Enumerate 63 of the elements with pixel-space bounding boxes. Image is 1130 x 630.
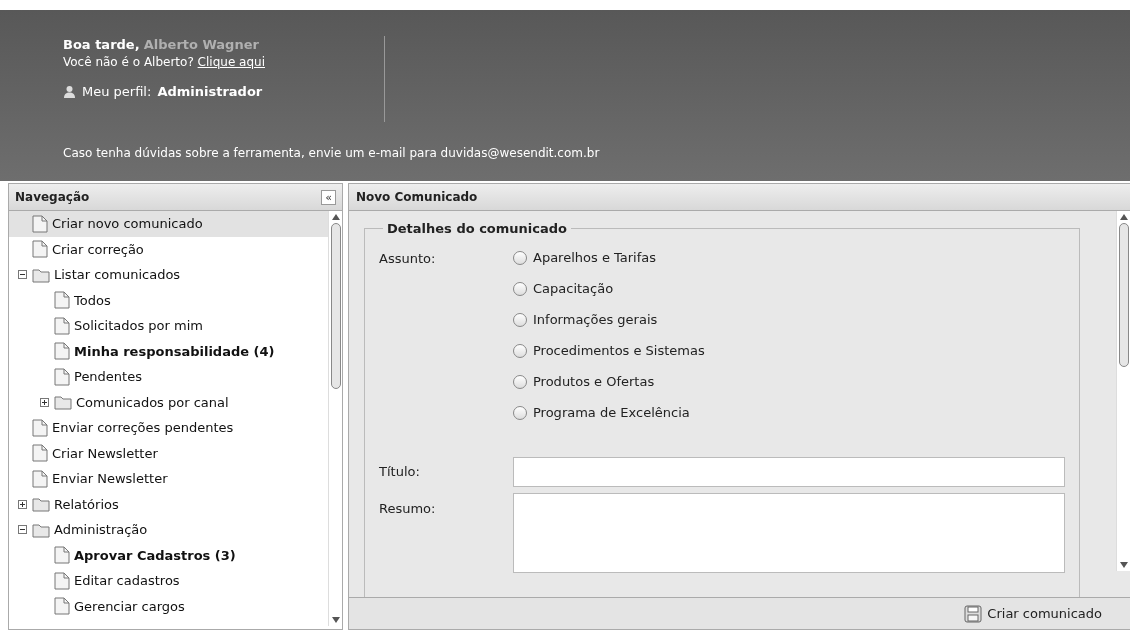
tree-item[interactable]: Gerenciar cargos	[9, 593, 328, 619]
user-icon	[63, 84, 76, 99]
summary-label: Resumo:	[379, 499, 437, 518]
document-icon	[54, 316, 70, 335]
document-icon	[32, 240, 48, 259]
document-icon	[54, 291, 70, 310]
title-field[interactable]	[513, 456, 1065, 487]
tree-item[interactable]: Pendentes	[9, 364, 328, 390]
collapse-button[interactable]: «	[321, 189, 336, 205]
title-label: Título:	[379, 462, 421, 481]
subject-radio[interactable]: Aparelhos e Tarifas	[513, 242, 705, 274]
not-you-text: Você não é o Alberto?	[63, 55, 194, 69]
folder-icon	[32, 521, 50, 538]
scrollbar[interactable]	[328, 211, 342, 626]
subject-radio[interactable]: Programa de Excelência	[513, 397, 705, 429]
document-icon	[54, 597, 70, 616]
tree-item[interactable]: Listar comunicados	[9, 262, 328, 288]
document-icon	[32, 214, 48, 233]
scrollbar[interactable]	[1116, 211, 1130, 571]
tree-item[interactable]: Enviar correções pendentes	[9, 415, 328, 441]
document-icon	[54, 367, 70, 386]
tree-item[interactable]: Solicitados por mim	[9, 313, 328, 339]
expand-toggle[interactable]	[40, 397, 49, 407]
tree-item[interactable]: Aprovar Cadastros (3)	[9, 542, 328, 568]
tree-item[interactable]: Editar cadastros	[9, 568, 328, 594]
document-icon	[32, 418, 48, 437]
subject-label: Assunto:	[379, 249, 437, 268]
panel-title: Navegação	[15, 189, 90, 206]
folder-icon	[54, 394, 72, 411]
document-icon	[54, 342, 70, 361]
save-icon	[964, 604, 983, 623]
subject-radio[interactable]: Produtos e Ofertas	[513, 366, 705, 398]
folder-icon	[32, 266, 50, 283]
document-icon	[32, 444, 48, 463]
collapse-toggle[interactable]	[18, 525, 27, 535]
profile-value: Administrador	[157, 83, 263, 101]
folder-icon	[32, 496, 50, 513]
document-icon	[54, 571, 70, 590]
document-icon	[54, 546, 70, 565]
click-here-link[interactable]: Clique aqui	[197, 55, 265, 69]
document-icon	[32, 469, 48, 488]
tree-item[interactable]: Comunicados por canal	[9, 389, 328, 415]
subject-radio[interactable]: Capacitação	[513, 273, 705, 305]
tree-item[interactable]: Administração	[9, 517, 328, 543]
tree-item[interactable]: Criar Newsletter	[9, 440, 328, 466]
create-button[interactable]: Criar comunicado	[964, 603, 1102, 624]
help-text: Caso tenha dúvidas sobre a ferramenta, envie um e-mail para duvidas@wesendit.com.br	[63, 144, 601, 162]
profile-label: Meu perfil:	[82, 83, 152, 101]
panel-title: Novo Comunicado	[356, 189, 478, 206]
user-name: Alberto Wagner	[143, 37, 259, 52]
tree-item[interactable]: Todos	[9, 287, 328, 313]
subject-radio[interactable]: Procedimentos e Sistemas	[513, 335, 705, 367]
tree-item[interactable]: Criar novo comunicado	[9, 211, 328, 237]
tree-item[interactable]: Relatórios	[9, 491, 328, 517]
greeting: Boa tarde,	[63, 37, 140, 52]
tree-item[interactable]: Minha responsabilidade (4)	[9, 338, 328, 364]
tree-item[interactable]: Enviar Newsletter	[9, 466, 328, 492]
tree-item[interactable]: Criar correção	[9, 236, 328, 262]
subject-radio[interactable]: Informações gerais	[513, 304, 705, 336]
expand-toggle[interactable]	[18, 499, 27, 509]
fieldset-legend: Detalhes do comunicado	[383, 219, 571, 239]
collapse-toggle[interactable]	[18, 270, 27, 280]
summary-field[interactable]	[513, 492, 1065, 573]
